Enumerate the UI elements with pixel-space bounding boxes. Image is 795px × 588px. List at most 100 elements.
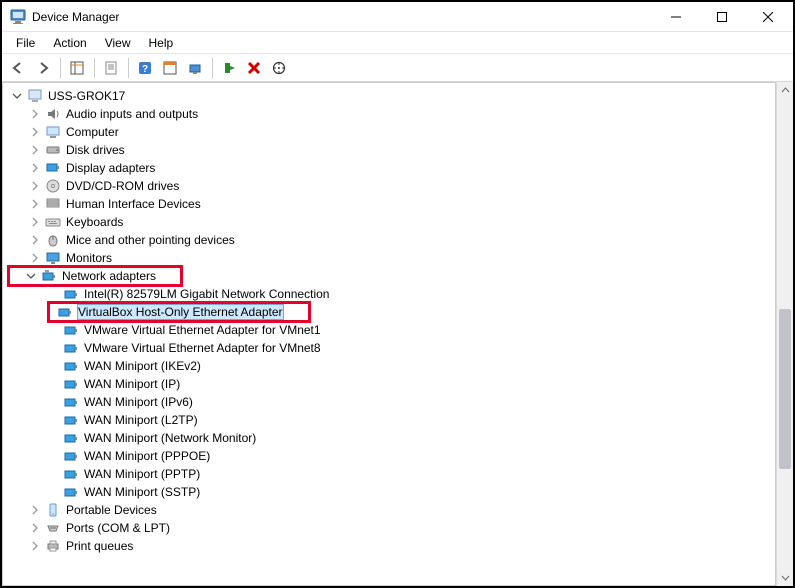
chevron-right-icon[interactable] bbox=[29, 108, 41, 120]
help-button[interactable]: ? bbox=[133, 56, 157, 80]
tree-category-mice[interactable]: Mice and other pointing devices bbox=[5, 231, 775, 249]
chevron-down-icon[interactable] bbox=[25, 270, 37, 282]
tree-category-audio[interactable]: Audio inputs and outputs bbox=[5, 105, 775, 123]
app-icon bbox=[10, 9, 26, 25]
chevron-right-icon[interactable] bbox=[29, 522, 41, 534]
close-button[interactable] bbox=[745, 3, 791, 31]
tree-category-monitors[interactable]: Monitors bbox=[5, 249, 775, 267]
network-adapter-icon bbox=[63, 340, 79, 356]
tree-device-wan-sstp[interactable]: WAN Miniport (SSTP) bbox=[5, 483, 775, 501]
category-label: Keyboards bbox=[65, 215, 124, 229]
vertical-scrollbar[interactable] bbox=[776, 82, 793, 586]
tree-device-virtualbox[interactable]: VirtualBox Host-Only Ethernet Adapter bbox=[49, 303, 309, 321]
menu-file[interactable]: File bbox=[8, 34, 43, 52]
tree-category-network[interactable]: Network adapters bbox=[9, 267, 181, 285]
device-label: WAN Miniport (PPTP) bbox=[83, 467, 201, 481]
category-label: Audio inputs and outputs bbox=[65, 107, 199, 121]
category-label: DVD/CD-ROM drives bbox=[65, 179, 180, 193]
tree-device-wan-ipv6[interactable]: WAN Miniport (IPv6) bbox=[5, 393, 775, 411]
enable-device-button[interactable] bbox=[217, 56, 241, 80]
network-adapter-icon bbox=[63, 358, 79, 374]
tree-category-dvd[interactable]: DVD/CD-ROM drives bbox=[5, 177, 775, 195]
tree-category-printq[interactable]: Print queues bbox=[5, 537, 775, 555]
tree-category-disk[interactable]: Disk drives bbox=[5, 141, 775, 159]
chevron-right-icon[interactable] bbox=[29, 126, 41, 138]
device-label: VMware Virtual Ethernet Adapter for VMne… bbox=[83, 341, 322, 355]
tree-device-wan-l2tp[interactable]: WAN Miniport (L2TP) bbox=[5, 411, 775, 429]
minimize-button[interactable] bbox=[653, 3, 699, 31]
toolbar-separator bbox=[94, 58, 95, 78]
tree-device-wan-pppoe[interactable]: WAN Miniport (PPPOE) bbox=[5, 447, 775, 465]
action-button[interactable] bbox=[158, 56, 182, 80]
category-label: Disk drives bbox=[65, 143, 126, 157]
device-label: Intel(R) 82579LM Gigabit Network Connect… bbox=[83, 287, 330, 301]
audio-icon bbox=[45, 106, 61, 122]
chevron-right-icon[interactable] bbox=[29, 234, 41, 246]
tree-category-hid[interactable]: Human Interface Devices bbox=[5, 195, 775, 213]
network-adapter-icon bbox=[63, 376, 79, 392]
tree-device-wan-ip[interactable]: WAN Miniport (IP) bbox=[5, 375, 775, 393]
scroll-up-button[interactable] bbox=[777, 82, 793, 99]
network-adapter-icon bbox=[63, 448, 79, 464]
tree-device-intel[interactable]: Intel(R) 82579LM Gigabit Network Connect… bbox=[5, 285, 775, 303]
uninstall-device-button[interactable] bbox=[242, 56, 266, 80]
device-tree[interactable]: USS-GROK17 Audio inputs and outputs Comp… bbox=[2, 82, 776, 586]
chevron-right-icon[interactable] bbox=[29, 216, 41, 228]
scan-hardware-button[interactable] bbox=[267, 56, 291, 80]
device-label: WAN Miniport (Network Monitor) bbox=[83, 431, 257, 445]
computer-icon bbox=[27, 88, 43, 104]
tree-category-ports[interactable]: Ports (COM & LPT) bbox=[5, 519, 775, 537]
chevron-down-icon[interactable] bbox=[11, 90, 23, 102]
chevron-right-icon[interactable] bbox=[29, 144, 41, 156]
back-button[interactable] bbox=[6, 56, 30, 80]
tree-device-wan-netmon[interactable]: WAN Miniport (Network Monitor) bbox=[5, 429, 775, 447]
category-label: Print queues bbox=[65, 539, 134, 553]
network-adapter-icon bbox=[63, 412, 79, 428]
svg-text:?: ? bbox=[142, 64, 148, 75]
device-label: WAN Miniport (IPv6) bbox=[83, 395, 194, 409]
device-label: WAN Miniport (IP) bbox=[83, 377, 181, 391]
tree-device-vmnet8[interactable]: VMware Virtual Ethernet Adapter for VMne… bbox=[5, 339, 775, 357]
tree-device-wan-ikev2[interactable]: WAN Miniport (IKEv2) bbox=[5, 357, 775, 375]
tree-category-computer[interactable]: Computer bbox=[5, 123, 775, 141]
scroll-down-button[interactable] bbox=[777, 569, 793, 586]
menu-action[interactable]: Action bbox=[45, 34, 94, 52]
network-adapter-icon bbox=[63, 394, 79, 410]
tree-device-vmnet1[interactable]: VMware Virtual Ethernet Adapter for VMne… bbox=[5, 321, 775, 339]
category-label: Monitors bbox=[65, 251, 113, 265]
category-label: Display adapters bbox=[65, 161, 156, 175]
category-label: Portable Devices bbox=[65, 503, 158, 517]
menu-help[interactable]: Help bbox=[141, 34, 182, 52]
menu-view[interactable]: View bbox=[97, 34, 139, 52]
tree-root[interactable]: USS-GROK17 bbox=[5, 87, 775, 105]
chevron-right-icon[interactable] bbox=[29, 180, 41, 192]
chevron-right-icon[interactable] bbox=[29, 540, 41, 552]
chevron-right-icon[interactable] bbox=[29, 162, 41, 174]
forward-button[interactable] bbox=[31, 56, 55, 80]
scrollbar-track[interactable] bbox=[777, 99, 793, 569]
category-label: Computer bbox=[65, 125, 120, 139]
maximize-button[interactable] bbox=[699, 3, 745, 31]
display-adapter-icon bbox=[45, 160, 61, 176]
tree-device-wan-pptp[interactable]: WAN Miniport (PPTP) bbox=[5, 465, 775, 483]
network-adapter-icon bbox=[63, 484, 79, 500]
tree-category-display[interactable]: Display adapters bbox=[5, 159, 775, 177]
root-label: USS-GROK17 bbox=[47, 89, 126, 103]
properties-button[interactable] bbox=[99, 56, 123, 80]
show-hide-tree-button[interactable] bbox=[65, 56, 89, 80]
keyboard-icon bbox=[45, 214, 61, 230]
ports-icon bbox=[45, 520, 61, 536]
device-label: WAN Miniport (L2TP) bbox=[83, 413, 199, 427]
tree-category-portable[interactable]: Portable Devices bbox=[5, 501, 775, 519]
toolbar-separator bbox=[128, 58, 129, 78]
network-adapter-icon bbox=[63, 466, 79, 482]
chevron-right-icon[interactable] bbox=[29, 504, 41, 516]
tree-category-keyboards[interactable]: Keyboards bbox=[5, 213, 775, 231]
device-label: WAN Miniport (PPPOE) bbox=[83, 449, 211, 463]
update-driver-button[interactable] bbox=[183, 56, 207, 80]
scrollbar-thumb[interactable] bbox=[779, 309, 791, 469]
chevron-right-icon[interactable] bbox=[29, 198, 41, 210]
category-label: Network adapters bbox=[61, 269, 157, 283]
device-manager-window: Device Manager File Action View Help ? bbox=[2, 2, 793, 586]
chevron-right-icon[interactable] bbox=[29, 252, 41, 264]
